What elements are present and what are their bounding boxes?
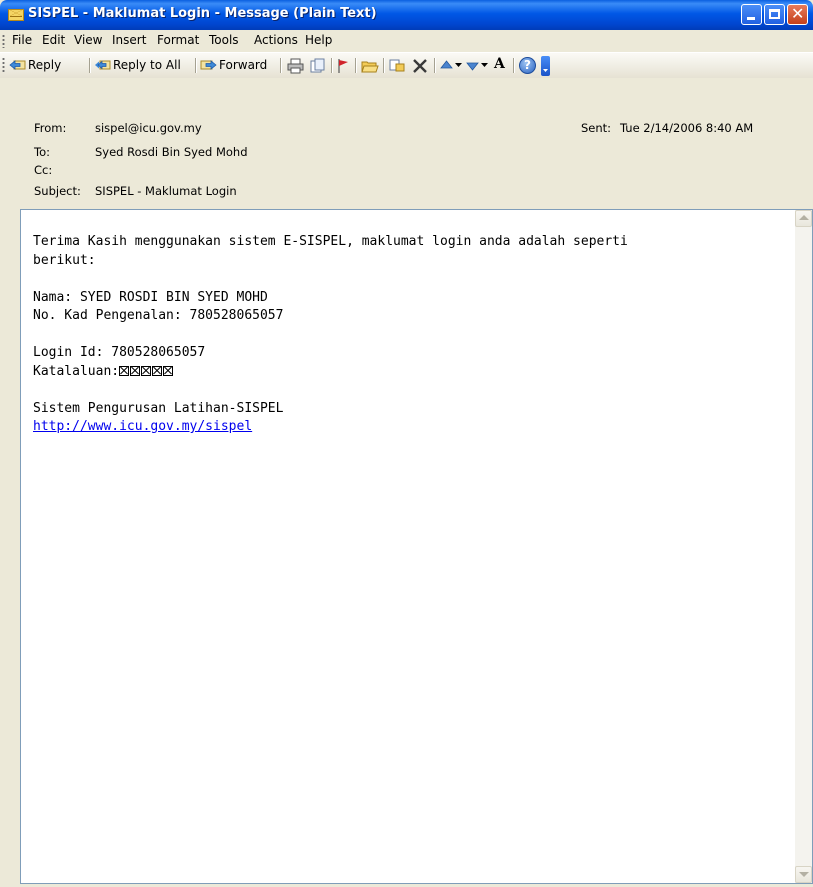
missing-glyph-icon	[130, 365, 141, 376]
menu-tools[interactable]: Tools	[209, 33, 239, 47]
reply-to-all-label: Reply to All	[113, 58, 181, 72]
sispel-link[interactable]: http://www.icu.gov.my/sispel	[33, 419, 252, 434]
font-size-icon[interactable]: A	[494, 56, 510, 74]
toolbar-options-icon	[543, 69, 548, 72]
next-dropdown-icon[interactable]	[481, 62, 488, 68]
message-text: Terima Kasih menggunakan sistem E-SISPEL…	[33, 233, 793, 437]
open-folder-icon[interactable]	[361, 58, 379, 74]
move-item-icon[interactable]	[389, 58, 406, 74]
subject-label: Subject:	[34, 184, 81, 198]
reply-all-icon	[95, 60, 111, 70]
window-title: SISPEL - Maklumat Login - Message (Plain…	[28, 6, 377, 21]
from-value[interactable]: sispel@icu.gov.my	[95, 121, 202, 135]
minimize-icon	[747, 17, 755, 20]
menu-view[interactable]: View	[74, 33, 102, 47]
missing-glyph-icon	[119, 365, 130, 376]
help-button[interactable]: ?	[519, 57, 536, 74]
previous-item-icon[interactable]	[440, 59, 453, 72]
body-kad-pengenalan: No. Kad Pengenalan: 780528065057	[33, 308, 284, 323]
print-icon[interactable]	[287, 58, 304, 74]
toolbar-separator	[434, 58, 436, 73]
message-body[interactable]: Terima Kasih menggunakan sistem E-SISPEL…	[20, 209, 813, 884]
title-bar[interactable]: SISPEL - Maklumat Login - Message (Plain…	[0, 0, 813, 30]
reply-button[interactable]: Reply	[9, 57, 87, 75]
forward-icon	[200, 60, 217, 70]
toolbar-separator	[355, 58, 357, 73]
scroll-down-arrow-icon	[799, 872, 809, 877]
subject-value: SISPEL - Maklumat Login	[95, 184, 237, 198]
follow-up-flag-icon[interactable]	[336, 58, 350, 74]
to-value[interactable]: Syed Rosdi Bin Syed Mohd	[95, 145, 248, 159]
missing-glyph-icon	[163, 365, 174, 376]
minimize-button[interactable]	[741, 4, 762, 25]
envelope-icon	[8, 9, 24, 21]
sent-label: Sent:	[581, 121, 612, 135]
toolbar-separator	[513, 58, 515, 73]
to-label: To:	[34, 145, 50, 159]
body-nama: Nama: SYED ROSDI BIN SYED MOHD	[33, 289, 268, 305]
sent-value: Tue 2/14/2006 8:40 AM	[620, 121, 754, 135]
scroll-down-button[interactable]	[795, 866, 812, 883]
scroll-up-button[interactable]	[795, 210, 812, 227]
body-sistem: Sistem Pengurusan Latihan-SISPEL	[33, 400, 284, 416]
katalaluan-label: Katalaluan:	[33, 363, 120, 379]
toolbar-separator	[383, 58, 385, 73]
menu-bar: File Edit View Insert Format Tools Actio…	[0, 30, 813, 52]
toolbar-separator	[89, 58, 91, 73]
toolbar-options-button[interactable]	[541, 56, 550, 76]
menu-grip-handle[interactable]	[2, 34, 5, 48]
delete-icon[interactable]	[411, 57, 429, 75]
help-icon: ?	[524, 58, 531, 72]
reply-icon	[9, 60, 26, 70]
move-to-folder-icon[interactable]	[309, 58, 326, 74]
previous-dropdown-icon[interactable]	[455, 62, 462, 68]
toolbar-separator	[331, 58, 333, 73]
forward-label: Forward	[219, 58, 268, 72]
reply-to-all-button[interactable]: Reply to All	[94, 57, 192, 75]
maximize-icon	[769, 9, 780, 19]
menu-help[interactable]: Help	[305, 33, 332, 47]
forward-button[interactable]: Forward	[200, 57, 278, 75]
menu-format[interactable]: Format	[157, 33, 199, 47]
body-line: berikut:	[33, 252, 96, 268]
maximize-button[interactable]	[764, 4, 785, 25]
body-katalaluan-line: Katalaluan:	[33, 363, 793, 382]
close-icon: ✕	[791, 4, 805, 23]
missing-glyph-icon	[141, 365, 152, 376]
cc-label: Cc:	[34, 163, 53, 177]
missing-glyph-icon	[152, 365, 163, 376]
menu-edit[interactable]: Edit	[42, 33, 65, 47]
body-line: Terima Kasih menggunakan sistem E-SISPEL…	[33, 234, 628, 249]
toolbar-grip-handle[interactable]	[2, 57, 5, 73]
message-header: From: sispel@icu.gov.my Sent: Tue 2/14/2…	[0, 78, 813, 209]
password-masked	[119, 364, 174, 379]
standard-toolbar: Reply Reply to All Forward A ?	[0, 52, 813, 78]
menu-file[interactable]: File	[12, 33, 32, 47]
vertical-scrollbar[interactable]	[795, 210, 812, 883]
menu-insert[interactable]: Insert	[112, 33, 146, 47]
close-button[interactable]: ✕	[787, 4, 808, 25]
reply-label: Reply	[28, 58, 62, 72]
next-item-icon[interactable]	[466, 59, 479, 72]
from-label: From:	[34, 121, 67, 135]
body-login-id: Login Id: 780528065057	[33, 345, 206, 360]
toolbar-separator	[195, 58, 197, 73]
toolbar-separator	[280, 58, 282, 73]
menu-actions[interactable]: Actions	[254, 33, 298, 47]
scroll-up-arrow-icon	[799, 215, 809, 220]
